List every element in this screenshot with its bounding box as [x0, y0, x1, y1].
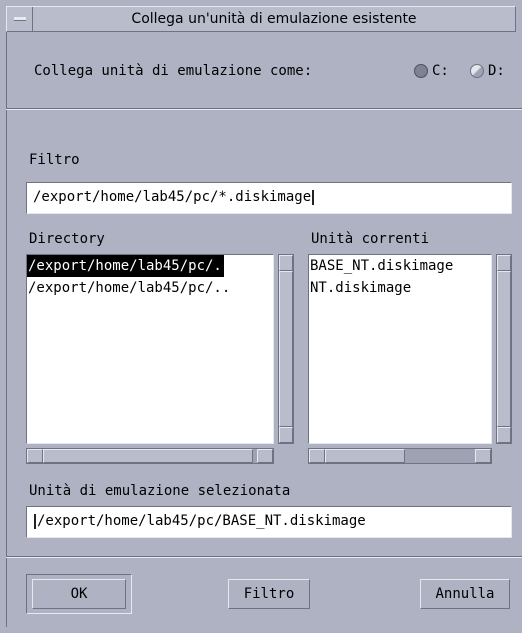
connect-as-label: Collega unità di emulazione come: — [34, 63, 313, 79]
drives-hscroll[interactable] — [308, 448, 492, 464]
scroll-thumb[interactable] — [325, 449, 405, 463]
drive-list-item[interactable]: BASE_NT.diskimage — [309, 255, 491, 277]
directory-hscroll[interactable] — [26, 448, 274, 464]
window-frame-left — [6, 32, 7, 627]
ok-button[interactable]: OK — [32, 579, 126, 609]
current-drives-list[interactable]: BASE_NT.diskimage NT.diskimage — [308, 254, 492, 444]
directory-list-item[interactable]: /export/home/lab45/pc/.. — [27, 277, 273, 299]
filter-input[interactable]: /export/home/lab45/pc/*.diskimage — [26, 182, 512, 214]
scroll-thumb[interactable] — [43, 449, 253, 463]
scroll-up-arrow-icon[interactable] — [497, 255, 511, 271]
directory-vscroll[interactable] — [278, 254, 294, 444]
radio-drive-c-label: C: — [432, 63, 449, 79]
scroll-left-arrow-icon[interactable] — [309, 449, 325, 463]
scroll-down-arrow-icon[interactable] — [279, 427, 293, 443]
scroll-right-arrow-icon[interactable] — [475, 449, 491, 463]
directory-list[interactable]: /export/home/lab45/pc/. /export/home/lab… — [26, 254, 274, 444]
selected-drive-input[interactable]: /export/home/lab45/pc/BASE_NT.diskimage — [26, 506, 512, 538]
scroll-trough — [405, 449, 475, 463]
separator — [6, 108, 522, 110]
radio-icon — [470, 64, 484, 78]
filter-button[interactable]: Filtro — [228, 579, 310, 609]
radio-icon-selected — [414, 64, 428, 78]
directory-list-item[interactable]: /export/home/lab45/pc/. — [27, 255, 273, 277]
window-menu-button[interactable] — [7, 7, 33, 31]
current-drives-label: Unità correnti — [311, 231, 430, 247]
directory-item-selected[interactable]: /export/home/lab45/pc/. — [27, 255, 224, 277]
filter-label: Filtro — [29, 152, 80, 168]
title-bar[interactable]: Collega un'unità di emulazione esistente — [6, 6, 516, 32]
drive-list-item[interactable]: NT.diskimage — [309, 277, 491, 299]
scroll-down-arrow-icon[interactable] — [497, 427, 511, 443]
scroll-thumb[interactable] — [279, 271, 293, 427]
text-cursor-icon — [34, 513, 36, 529]
selected-drive-label: Unità di emulazione selezionata — [29, 483, 291, 499]
scroll-up-arrow-icon[interactable] — [279, 255, 293, 271]
drives-vscroll[interactable] — [496, 254, 512, 444]
radio-drive-d[interactable]: D: — [470, 63, 505, 79]
cancel-button[interactable]: Annulla — [420, 579, 510, 609]
radio-drive-d-label: D: — [488, 63, 505, 79]
selected-drive-value: /export/home/lab45/pc/BASE_NT.diskimage — [37, 513, 366, 529]
window-title: Collega un'unità di emulazione esistente — [131, 11, 417, 27]
window-menu-icon — [13, 17, 26, 21]
radio-drive-c[interactable]: C: — [414, 63, 449, 79]
scroll-left-arrow-icon[interactable] — [27, 449, 43, 463]
filter-input-value: /export/home/lab45/pc/*.diskimage — [33, 189, 312, 205]
directory-label: Directory — [29, 231, 105, 247]
separator — [6, 556, 522, 558]
scroll-right-arrow-icon[interactable] — [257, 449, 273, 463]
scroll-thumb[interactable] — [497, 271, 511, 427]
text-cursor-icon — [312, 189, 315, 205]
